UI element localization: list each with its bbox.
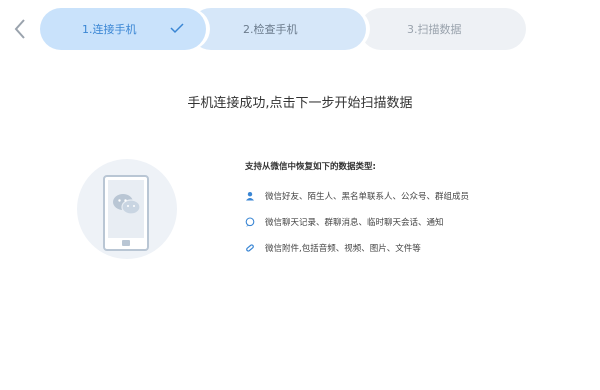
step-connect-phone: 1.连接手机 [40,8,206,50]
chat-bubble-icon [245,217,255,227]
wechat-icon [113,194,141,215]
step-label: 1.连接手机 [82,23,137,36]
supported-types-title: 支持从微信中恢复如下的数据类型: [245,162,376,172]
back-button[interactable] [8,14,32,44]
contact-icon [245,191,255,201]
feature-text: 微信聊天记录、群聊消息、临时聊天会话、通知 [265,218,444,228]
phone-illustration [77,159,177,259]
step-scan-data: 3.扫描数据 [360,8,526,50]
step-label: 3.扫描数据 [407,23,462,36]
feature-chat-records: 微信聊天记录、群聊消息、临时聊天会话、通知 [245,216,444,228]
step-label: 2.检查手机 [243,23,298,36]
page-title: 手机连接成功,点击下一步开始扫描数据 [187,96,413,111]
feature-text: 微信好友、陌生人、黑名单联系人、公众号、群组成员 [265,192,470,202]
attachment-icon [245,243,255,253]
phone-icon [103,175,149,251]
feature-text: 微信附件,包括音频、视频、图片、文件等 [265,244,421,254]
feature-attachments: 微信附件,包括音频、视频、图片、文件等 [245,242,421,254]
feature-contacts: 微信好友、陌生人、黑名单联系人、公众号、群组成员 [245,190,469,202]
step-progress: 3.扫描数据 2.检查手机 1.连接手机 [40,8,526,50]
step-check-phone: 2.检查手机 [190,8,366,50]
chevron-left-icon [14,19,25,39]
home-button-shape [122,240,130,246]
checkmark-icon [170,23,184,34]
